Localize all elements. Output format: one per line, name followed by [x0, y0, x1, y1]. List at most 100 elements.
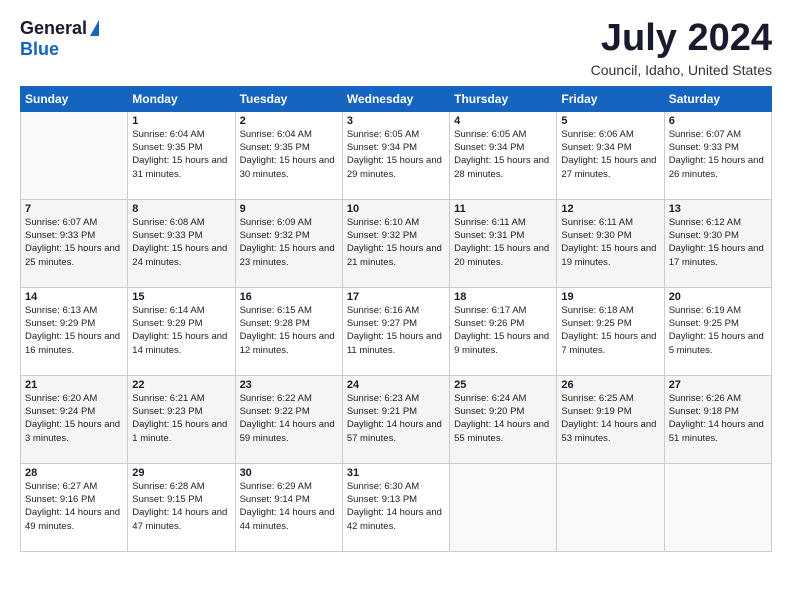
logo-blue-text: Blue [20, 39, 59, 59]
day-number: 11 [454, 203, 552, 215]
logo-general-text: General [20, 18, 87, 39]
day-number: 8 [132, 203, 230, 215]
sunrise-text: Sunrise: 6:25 AM [561, 393, 633, 404]
day-cell: 30 Sunrise: 6:29 AM Sunset: 9:14 PM Dayl… [235, 463, 342, 551]
day-info: Sunrise: 6:08 AM Sunset: 9:33 PM Dayligh… [132, 216, 230, 269]
daylight-text: Daylight: 14 hours and 55 minutes. [454, 419, 549, 443]
day-cell: 2 Sunrise: 6:04 AM Sunset: 9:35 PM Dayli… [235, 111, 342, 199]
day-cell: 14 Sunrise: 6:13 AM Sunset: 9:29 PM Dayl… [21, 287, 128, 375]
day-info: Sunrise: 6:07 AM Sunset: 9:33 PM Dayligh… [669, 128, 767, 181]
sunset-text: Sunset: 9:20 PM [454, 406, 524, 417]
title-block: July 2024 Council, Idaho, United States [591, 18, 772, 78]
daylight-text: Daylight: 15 hours and 20 minutes. [454, 243, 549, 267]
sunset-text: Sunset: 9:34 PM [561, 142, 631, 153]
sunrise-text: Sunrise: 6:17 AM [454, 305, 526, 316]
weekday-header-sunday: Sunday [21, 86, 128, 111]
day-info: Sunrise: 6:11 AM Sunset: 9:30 PM Dayligh… [561, 216, 659, 269]
day-cell: 31 Sunrise: 6:30 AM Sunset: 9:13 PM Dayl… [342, 463, 449, 551]
day-cell: 5 Sunrise: 6:06 AM Sunset: 9:34 PM Dayli… [557, 111, 664, 199]
day-number: 20 [669, 291, 767, 303]
day-cell: 8 Sunrise: 6:08 AM Sunset: 9:33 PM Dayli… [128, 199, 235, 287]
day-info: Sunrise: 6:06 AM Sunset: 9:34 PM Dayligh… [561, 128, 659, 181]
daylight-text: Daylight: 15 hours and 19 minutes. [561, 243, 656, 267]
day-number: 12 [561, 203, 659, 215]
sunrise-text: Sunrise: 6:09 AM [240, 217, 312, 228]
day-number: 1 [132, 115, 230, 127]
sunrise-text: Sunrise: 6:28 AM [132, 481, 204, 492]
sunset-text: Sunset: 9:15 PM [132, 494, 202, 505]
week-row-2: 7 Sunrise: 6:07 AM Sunset: 9:33 PM Dayli… [21, 199, 772, 287]
sunrise-text: Sunrise: 6:11 AM [561, 217, 633, 228]
day-number: 3 [347, 115, 445, 127]
daylight-text: Daylight: 14 hours and 47 minutes. [132, 507, 227, 531]
daylight-text: Daylight: 15 hours and 28 minutes. [454, 155, 549, 179]
day-cell [21, 111, 128, 199]
weekday-header-friday: Friday [557, 86, 664, 111]
sunset-text: Sunset: 9:30 PM [561, 230, 631, 241]
day-cell: 4 Sunrise: 6:05 AM Sunset: 9:34 PM Dayli… [450, 111, 557, 199]
day-number: 23 [240, 379, 338, 391]
sunrise-text: Sunrise: 6:15 AM [240, 305, 312, 316]
day-number: 25 [454, 379, 552, 391]
daylight-text: Daylight: 14 hours and 51 minutes. [669, 419, 764, 443]
day-info: Sunrise: 6:28 AM Sunset: 9:15 PM Dayligh… [132, 480, 230, 533]
weekday-header-monday: Monday [128, 86, 235, 111]
day-info: Sunrise: 6:30 AM Sunset: 9:13 PM Dayligh… [347, 480, 445, 533]
sunset-text: Sunset: 9:33 PM [132, 230, 202, 241]
logo: General Blue [20, 18, 99, 60]
day-number: 27 [669, 379, 767, 391]
daylight-text: Daylight: 15 hours and 14 minutes. [132, 331, 227, 355]
day-info: Sunrise: 6:16 AM Sunset: 9:27 PM Dayligh… [347, 304, 445, 357]
day-info: Sunrise: 6:13 AM Sunset: 9:29 PM Dayligh… [25, 304, 123, 357]
day-number: 6 [669, 115, 767, 127]
daylight-text: Daylight: 14 hours and 57 minutes. [347, 419, 442, 443]
title-location: Council, Idaho, United States [591, 62, 772, 78]
sunrise-text: Sunrise: 6:23 AM [347, 393, 419, 404]
day-info: Sunrise: 6:29 AM Sunset: 9:14 PM Dayligh… [240, 480, 338, 533]
day-cell: 28 Sunrise: 6:27 AM Sunset: 9:16 PM Dayl… [21, 463, 128, 551]
sunset-text: Sunset: 9:29 PM [25, 318, 95, 329]
daylight-text: Daylight: 15 hours and 30 minutes. [240, 155, 335, 179]
weekday-header-saturday: Saturday [664, 86, 771, 111]
day-number: 31 [347, 467, 445, 479]
daylight-text: Daylight: 15 hours and 12 minutes. [240, 331, 335, 355]
daylight-text: Daylight: 15 hours and 23 minutes. [240, 243, 335, 267]
sunset-text: Sunset: 9:29 PM [132, 318, 202, 329]
sunset-text: Sunset: 9:32 PM [240, 230, 310, 241]
sunrise-text: Sunrise: 6:12 AM [669, 217, 741, 228]
daylight-text: Daylight: 14 hours and 53 minutes. [561, 419, 656, 443]
daylight-text: Daylight: 15 hours and 27 minutes. [561, 155, 656, 179]
day-number: 26 [561, 379, 659, 391]
week-row-5: 28 Sunrise: 6:27 AM Sunset: 9:16 PM Dayl… [21, 463, 772, 551]
day-info: Sunrise: 6:05 AM Sunset: 9:34 PM Dayligh… [347, 128, 445, 181]
daylight-text: Daylight: 15 hours and 1 minute. [132, 419, 227, 443]
day-cell: 19 Sunrise: 6:18 AM Sunset: 9:25 PM Dayl… [557, 287, 664, 375]
sunset-text: Sunset: 9:16 PM [25, 494, 95, 505]
day-info: Sunrise: 6:26 AM Sunset: 9:18 PM Dayligh… [669, 392, 767, 445]
day-info: Sunrise: 6:25 AM Sunset: 9:19 PM Dayligh… [561, 392, 659, 445]
sunset-text: Sunset: 9:28 PM [240, 318, 310, 329]
day-number: 17 [347, 291, 445, 303]
day-info: Sunrise: 6:27 AM Sunset: 9:16 PM Dayligh… [25, 480, 123, 533]
sunset-text: Sunset: 9:34 PM [347, 142, 417, 153]
day-cell: 6 Sunrise: 6:07 AM Sunset: 9:33 PM Dayli… [664, 111, 771, 199]
sunset-text: Sunset: 9:22 PM [240, 406, 310, 417]
sunrise-text: Sunrise: 6:16 AM [347, 305, 419, 316]
day-info: Sunrise: 6:17 AM Sunset: 9:26 PM Dayligh… [454, 304, 552, 357]
day-number: 15 [132, 291, 230, 303]
day-info: Sunrise: 6:22 AM Sunset: 9:22 PM Dayligh… [240, 392, 338, 445]
sunset-text: Sunset: 9:33 PM [669, 142, 739, 153]
weekday-header-tuesday: Tuesday [235, 86, 342, 111]
week-row-4: 21 Sunrise: 6:20 AM Sunset: 9:24 PM Dayl… [21, 375, 772, 463]
sunset-text: Sunset: 9:32 PM [347, 230, 417, 241]
sunrise-text: Sunrise: 6:04 AM [132, 129, 204, 140]
sunrise-text: Sunrise: 6:20 AM [25, 393, 97, 404]
day-cell: 12 Sunrise: 6:11 AM Sunset: 9:30 PM Dayl… [557, 199, 664, 287]
day-number: 2 [240, 115, 338, 127]
sunset-text: Sunset: 9:35 PM [240, 142, 310, 153]
day-cell: 29 Sunrise: 6:28 AM Sunset: 9:15 PM Dayl… [128, 463, 235, 551]
day-info: Sunrise: 6:04 AM Sunset: 9:35 PM Dayligh… [132, 128, 230, 181]
sunrise-text: Sunrise: 6:18 AM [561, 305, 633, 316]
daylight-text: Daylight: 15 hours and 21 minutes. [347, 243, 442, 267]
sunrise-text: Sunrise: 6:06 AM [561, 129, 633, 140]
